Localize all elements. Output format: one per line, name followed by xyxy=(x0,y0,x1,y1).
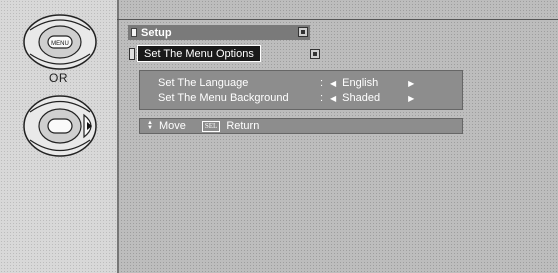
menu-options-close-icon[interactable] xyxy=(310,49,320,59)
setup-title: Setup xyxy=(141,26,172,39)
menu-options-title: Set The Menu Options xyxy=(137,45,261,62)
move-label: Move xyxy=(158,120,186,132)
right-arrow-icon[interactable]: ▶ xyxy=(408,94,414,103)
setup-title-bar: Setup xyxy=(128,25,310,40)
title-marker-icon xyxy=(131,28,137,37)
menu-item-language[interactable]: Set The Language : ◀ English ▶ xyxy=(158,76,414,90)
menu-item-colon: : xyxy=(320,77,324,89)
or-label: OR xyxy=(49,71,68,85)
return-label: Return xyxy=(226,120,260,132)
left-arrow-icon[interactable]: ◀ xyxy=(330,79,336,88)
menu-item-background[interactable]: Set The Menu Background : ◀ Shaded ▶ xyxy=(158,91,414,105)
menu-item-colon: : xyxy=(320,92,324,104)
language-value: English xyxy=(342,77,379,89)
subtitle-marker-icon xyxy=(129,47,135,60)
remote-instructions-panel: MENU OR xyxy=(0,0,117,273)
up-down-arrow-icon: ▲ ▼ xyxy=(147,120,153,131)
menu-options-header: Set The Menu Options xyxy=(129,45,310,62)
sel-key-icon: SEL xyxy=(201,120,221,132)
left-arrow-icon[interactable]: ◀ xyxy=(330,94,336,103)
background-value: Shaded xyxy=(342,92,381,104)
menu-options-panel: Set The Language : ◀ English ▶ Set The M… xyxy=(139,70,463,110)
remote-dpad-right-icon xyxy=(23,95,97,157)
remote-menu-button-icon: MENU xyxy=(23,14,97,70)
right-arrow-icon[interactable]: ▶ xyxy=(408,79,414,88)
menu-footer-help: ▲ ▼ Move SEL Return xyxy=(139,118,463,134)
menu-item-label: Set The Language xyxy=(158,77,249,89)
setup-close-icon[interactable] xyxy=(298,27,308,37)
remote-menu-label: MENU xyxy=(51,41,69,47)
menu-item-label: Set The Menu Background xyxy=(158,92,289,104)
